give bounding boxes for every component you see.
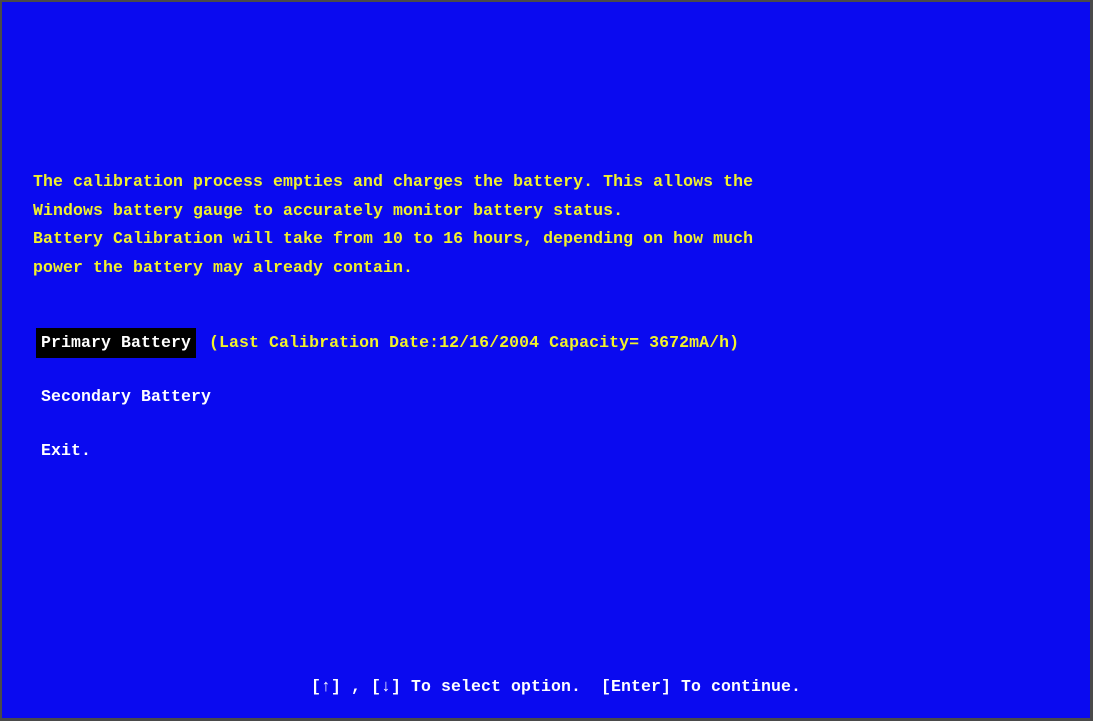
primary-battery-label[interactable]: Primary Battery: [36, 328, 197, 358]
description-line: Windows battery gauge to accurately moni…: [33, 200, 624, 220]
description-line: power the battery may already contain.: [33, 257, 414, 277]
description-line: The calibration process empties and char…: [33, 172, 754, 191]
keyboard-hint-bar: [↑] , [↓] To select option. [Enter] To c…: [2, 677, 1090, 696]
menu-item-primary-battery[interactable]: Primary Battery (Last Calibration Date:1…: [36, 328, 739, 358]
calibration-description: The calibration process empties and char…: [33, 168, 1053, 282]
description-line: Battery Calibration will take from 10 to…: [33, 229, 754, 248]
exit-label[interactable]: Exit.: [36, 436, 96, 466]
battery-calibration-screen: The calibration process empties and char…: [0, 0, 1093, 721]
primary-battery-calibration-info: (Last Calibration Date:12/16/2004 Capaci…: [209, 333, 740, 352]
secondary-battery-label[interactable]: Secondary Battery: [36, 382, 216, 412]
menu-item-exit[interactable]: Exit.: [36, 436, 96, 466]
menu-item-secondary-battery[interactable]: Secondary Battery: [36, 382, 216, 412]
keyboard-hint: [↑] , [↓] To select option. [Enter] To c…: [310, 677, 802, 696]
